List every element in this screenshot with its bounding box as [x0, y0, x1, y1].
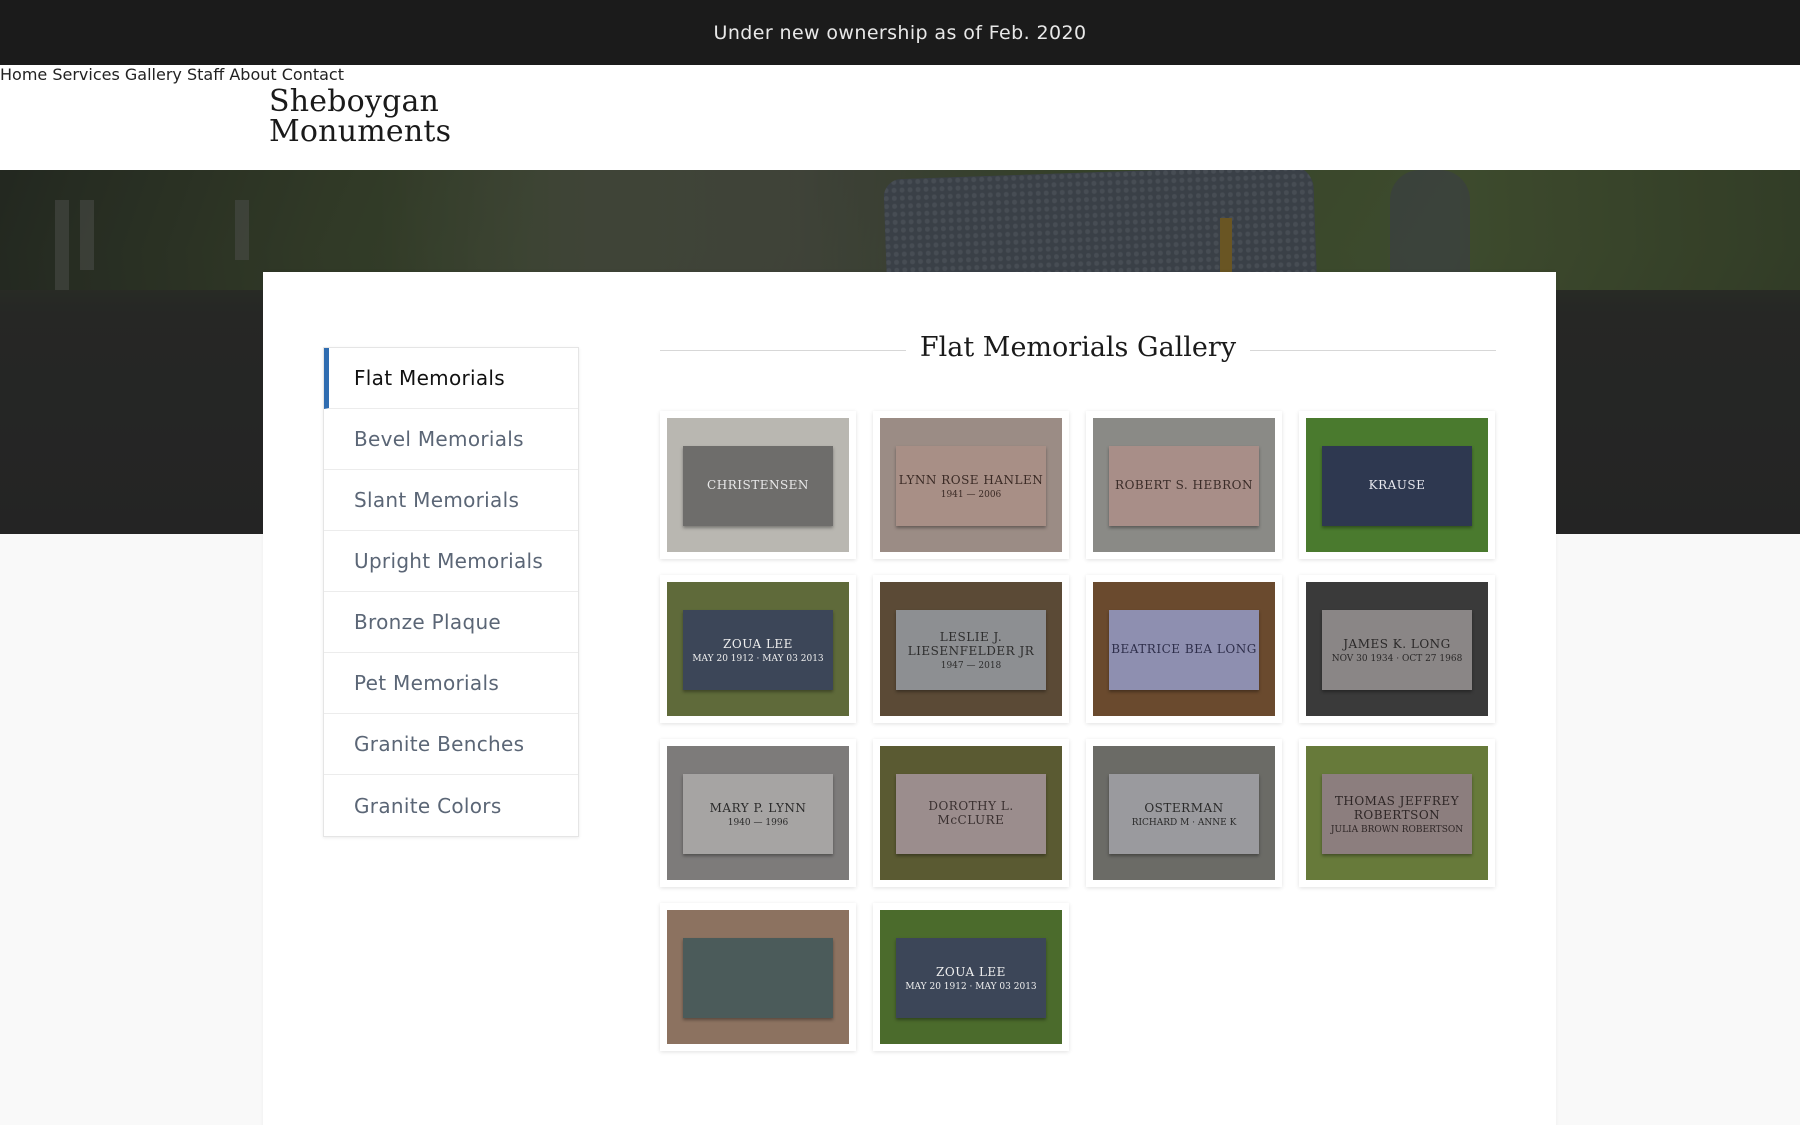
content-card: Flat Memorials Bevel Memorials Slant Memor…: [263, 272, 1556, 1125]
nav-staff[interactable]: Staff: [187, 65, 224, 84]
gallery-thumbnail[interactable]: THOMAS JEFFREY ROBERTSON JULIA BROWN ROBE…: [1299, 739, 1495, 887]
engraving-name: JAMES K. LONG: [1343, 636, 1451, 651]
engraving-dates: NOV 30 1934 · OCT 27 1968: [1331, 653, 1463, 664]
nav-services[interactable]: Services: [52, 65, 119, 84]
memorial-photo: MARY P. LYNN 1940 — 1996: [667, 746, 849, 880]
memorial-photo: JAMES K. LONG NOV 30 1934 · OCT 27 1968: [1306, 582, 1488, 716]
engraving-dates: 1941 — 2006: [940, 489, 1002, 500]
gallery-thumbnail[interactable]: OSTERMAN RICHARD M · ANNE K: [1086, 739, 1282, 887]
memorial-photo: KRAUSE: [1306, 418, 1488, 552]
gallery-thumbnail[interactable]: JAMES K. LONG NOV 30 1934 · OCT 27 1968: [1299, 575, 1495, 723]
sidebar-item-bevel-memorials[interactable]: Bevel Memorials: [324, 409, 578, 470]
memorial-photo: ZOUA LEE MAY 20 1912 · MAY 03 2013: [667, 582, 849, 716]
engraving-dates: 1940 — 1996: [727, 817, 789, 828]
engraving-name: OSTERMAN: [1144, 800, 1224, 815]
engraving-name: DOROTHY L. McCLURE: [928, 798, 1014, 827]
memorial-photo: DOROTHY L. McCLURE: [880, 746, 1062, 880]
gallery-thumbnail[interactable]: MARY P. LYNN 1940 — 1996: [660, 739, 856, 887]
logo-line-1: Sheboygan: [269, 84, 440, 119]
memorial-photo: ROBERT S. HEBRON: [1093, 418, 1275, 552]
gallery-thumbnail[interactable]: DOROTHY L. McCLURE: [873, 739, 1069, 887]
gallery-category-menu: Flat Memorials Bevel Memorials Slant Memor…: [323, 347, 579, 837]
memorial-photo: BEATRICE BEA LONG: [1093, 582, 1275, 716]
gallery-thumbnail[interactable]: BEATRICE BEA LONG: [1086, 575, 1282, 723]
sidebar-item-pet-memorials[interactable]: Pet Memorials: [324, 653, 578, 714]
engraving-name: ROBERT S. HEBRON: [1115, 477, 1253, 492]
gallery-thumbnail[interactable]: LESLIE J. LIESENFELDER JR 1947 — 2018: [873, 575, 1069, 723]
engraving-dates: MAY 20 1912 · MAY 03 2013: [905, 981, 1037, 992]
gallery-thumbnail[interactable]: LYNN ROSE HANLEN 1941 — 2006: [873, 411, 1069, 559]
engraving-dates: 1947 — 2018: [940, 660, 1002, 671]
memorial-photo: ZOUA LEE MAY 20 1912 · MAY 03 2013: [880, 910, 1062, 1044]
site-logo[interactable]: Sheboygan Monuments: [269, 87, 451, 147]
memorial-photo: LESLIE J. LIESENFELDER JR 1947 — 2018: [880, 582, 1062, 716]
nav-gallery[interactable]: Gallery: [125, 65, 182, 84]
nav-contact[interactable]: Contact: [282, 65, 344, 84]
engraving-dates: RICHARD M · ANNE K: [1131, 817, 1237, 828]
engraving-name: LESLIE J. LIESENFELDER JR: [907, 629, 1035, 658]
memorial-photo: CHRISTENSEN: [667, 418, 849, 552]
engraving-name: ZOUA LEE: [936, 964, 1006, 979]
engraving-dates: MAY 20 1912 · MAY 03 2013: [692, 653, 824, 664]
nav-home[interactable]: Home: [0, 65, 47, 84]
gallery-thumbnail[interactable]: [660, 903, 856, 1051]
memorial-photo: [667, 910, 849, 1044]
gallery-thumbnail[interactable]: ZOUA LEE MAY 20 1912 · MAY 03 2013: [873, 903, 1069, 1051]
gallery-heading: Flat Memorials Gallery: [660, 322, 1496, 363]
announcement-text: Under new ownership as of Feb. 2020: [713, 21, 1087, 44]
nav-about[interactable]: About: [229, 65, 276, 84]
logo-line-2: Monuments: [269, 114, 452, 149]
sidebar-item-upright-memorials[interactable]: Upright Memorials: [324, 531, 578, 592]
engraving-name: MARY P. LYNN: [709, 800, 807, 815]
memorial-photo: OSTERMAN RICHARD M · ANNE K: [1093, 746, 1275, 880]
sidebar-item-granite-benches[interactable]: Granite Benches: [324, 714, 578, 775]
engraving-name: THOMAS JEFFREY ROBERTSON: [1334, 793, 1460, 822]
gallery-thumbnail[interactable]: KRAUSE: [1299, 411, 1495, 559]
memorial-photo: THOMAS JEFFREY ROBERTSON JULIA BROWN ROBE…: [1306, 746, 1488, 880]
site-header: Sheboygan Monuments Home Services Galler…: [0, 65, 1800, 170]
engraving-name: BEATRICE BEA LONG: [1111, 641, 1257, 656]
engraving-name: LYNN ROSE HANLEN: [898, 472, 1044, 487]
sidebar-item-bronze-plaque[interactable]: Bronze Plaque: [324, 592, 578, 653]
engraving-name: CHRISTENSEN: [707, 477, 809, 492]
announcement-bar: Under new ownership as of Feb. 2020: [0, 0, 1800, 65]
memorial-photo: LYNN ROSE HANLEN 1941 — 2006: [880, 418, 1062, 552]
sidebar-item-granite-colors[interactable]: Granite Colors: [324, 775, 578, 836]
engraving-name: ZOUA LEE: [723, 636, 793, 651]
sidebar-item-flat-memorials[interactable]: Flat Memorials: [324, 348, 578, 409]
engraving-dates: JULIA BROWN ROBERTSON: [1330, 824, 1464, 835]
sidebar-item-slant-memorials[interactable]: Slant Memorials: [324, 470, 578, 531]
gallery-thumbnail[interactable]: CHRISTENSEN: [660, 411, 856, 559]
gallery-title: Flat Memorials Gallery: [919, 332, 1237, 363]
gallery-thumbnail[interactable]: ZOUA LEE MAY 20 1912 · MAY 03 2013: [660, 575, 856, 723]
gallery-thumbnail[interactable]: ROBERT S. HEBRON: [1086, 411, 1282, 559]
engraving-name: KRAUSE: [1368, 477, 1426, 492]
